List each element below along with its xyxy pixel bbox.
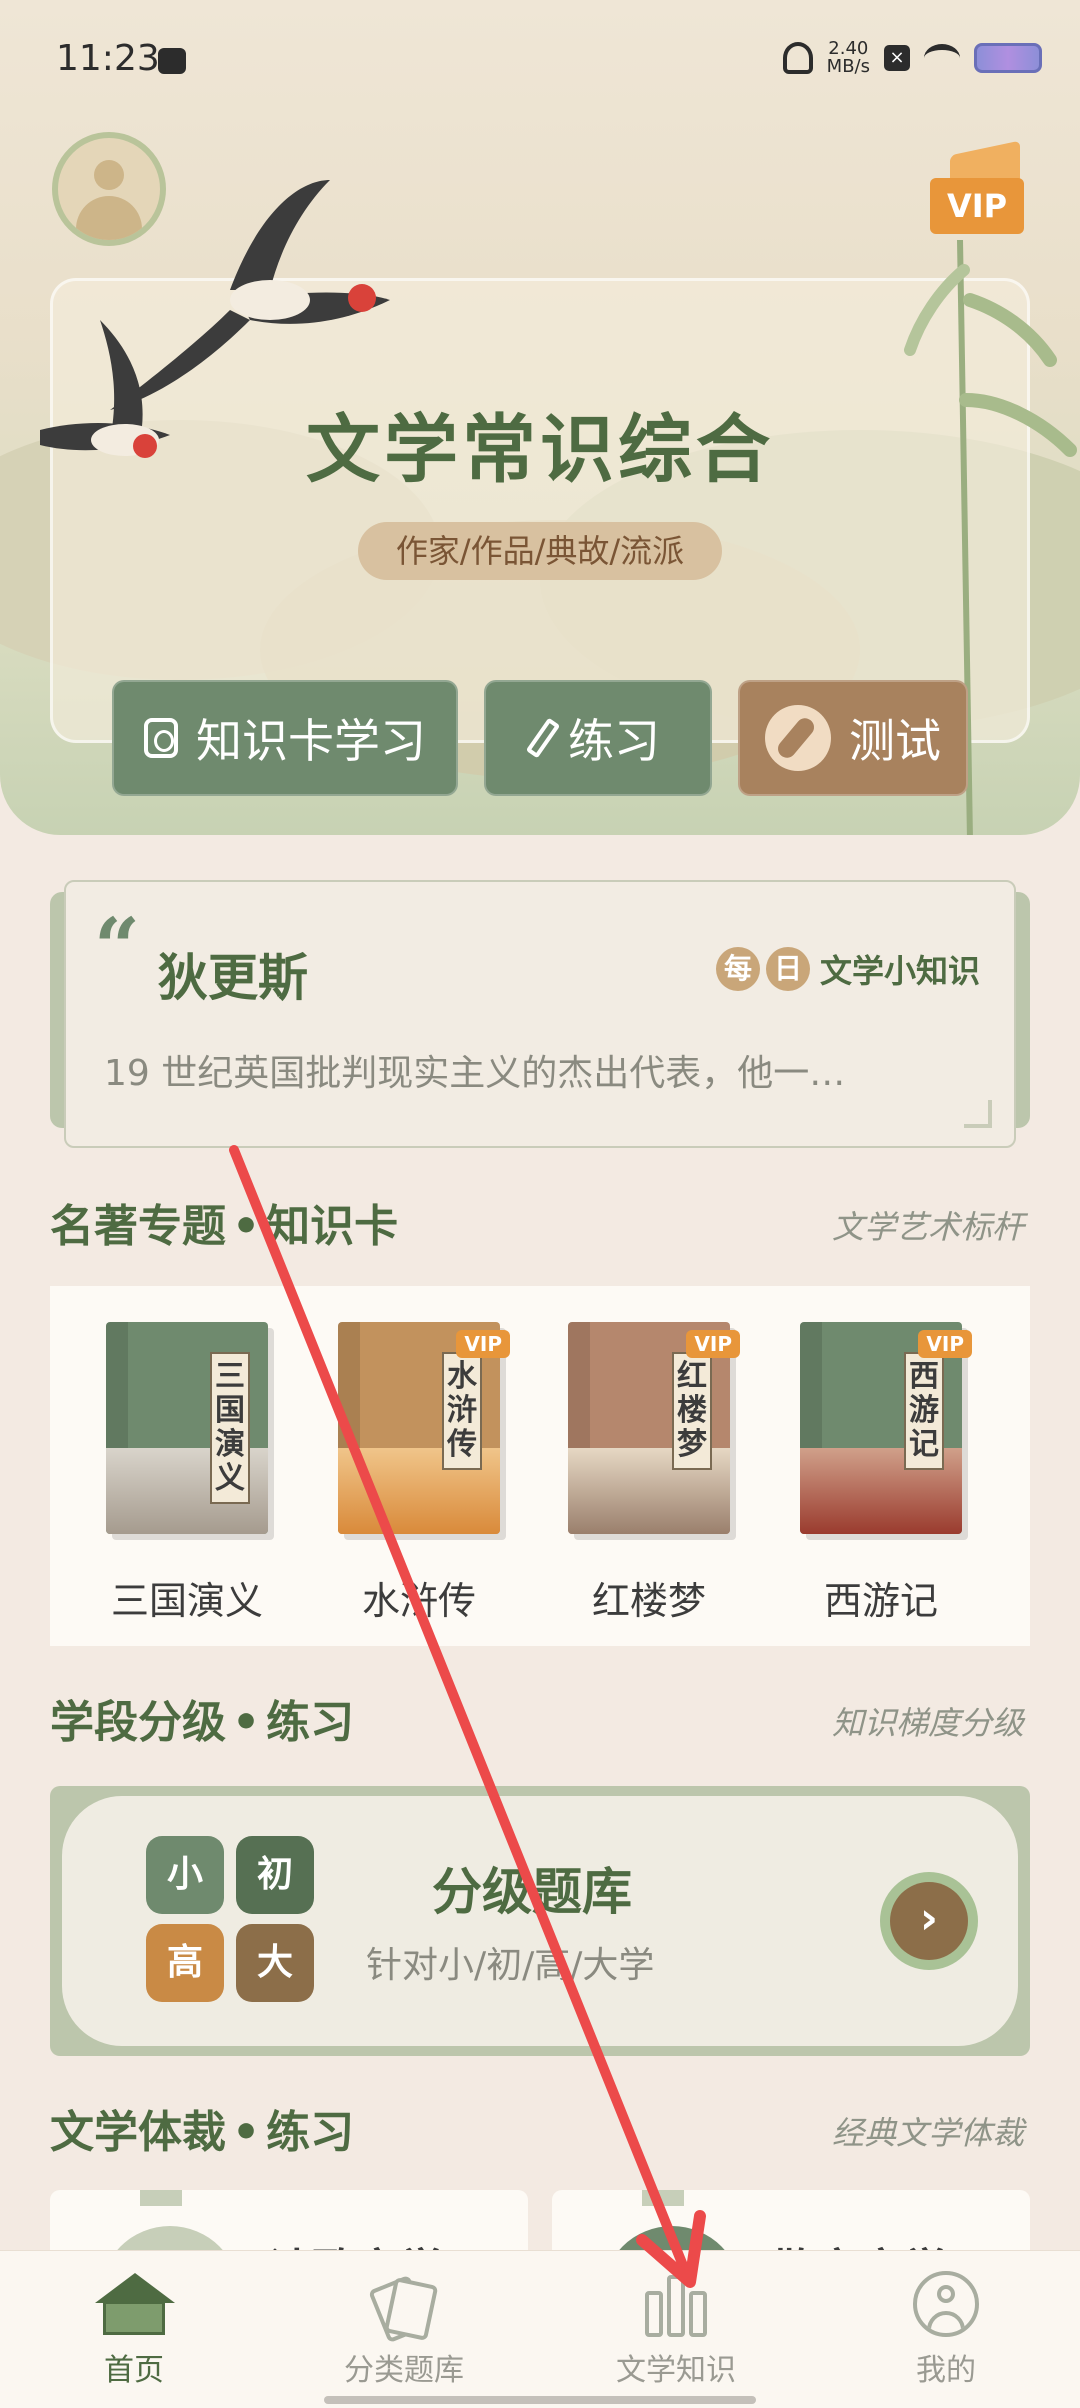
network-speed: 2.40 MB/s <box>827 40 870 76</box>
famous-works-header: 名著专题 • 知识卡 文学艺术标杆 <box>50 1190 1030 1254</box>
pencil-icon <box>525 717 561 759</box>
grade-bank-arrow-button[interactable]: › <box>880 1872 978 1970</box>
book-cover-label: 红楼梦 <box>672 1352 712 1470</box>
status-time: 11:23 <box>56 38 160 79</box>
book-bar <box>667 2275 685 2337</box>
bottom-nav: 首页 分类题库 文学知识 我的 <box>0 2250 1080 2408</box>
book-cover-label: 三国演义 <box>210 1352 250 1504</box>
mute-bell-icon <box>782 42 813 74</box>
nav-profile[interactable]: 我的 <box>846 2271 1046 2389</box>
daily-tag-text: 文学小知识 <box>819 952 980 990</box>
grade-level-senior: 高 <box>146 1924 224 2002</box>
home-indicator[interactable] <box>324 2396 756 2404</box>
section-title-main: 名著专题 <box>50 1201 226 1252</box>
section-title-suffix: 练习 <box>266 2107 355 2158</box>
section-subtitle: 文学艺术标杆 <box>831 1208 1024 1246</box>
profile-head <box>937 2285 955 2303</box>
cards-icon <box>359 2271 449 2344</box>
knowledge-card-label: 知识卡学习 <box>196 714 426 768</box>
genre-header: 文学体裁 • 练习 经典文学体裁 <box>50 2096 1030 2160</box>
section-title-suffix: 练习 <box>266 1697 355 1748</box>
home-icon <box>89 2271 179 2341</box>
grade-bank-subtitle: 针对小/初/高/大学 <box>366 1945 655 1986</box>
test-icon <box>765 705 831 771</box>
test-button[interactable]: 测试 <box>738 680 968 796</box>
nav-label: 文学知识 <box>616 2353 736 2388</box>
book-cover: 三国演义 <box>106 1322 268 1534</box>
section-subtitle: 经典文学体裁 <box>831 2114 1024 2152</box>
book-cover-label: 西游记 <box>904 1352 944 1470</box>
hero-subtitle: 作家/作品/典故/流派 <box>358 522 722 580</box>
profile-icon <box>901 2271 991 2341</box>
grade-level-university: 大 <box>236 1924 314 2002</box>
vip-badge[interactable]: VIP <box>930 140 1026 234</box>
card-icon <box>144 718 178 758</box>
book-cover-label: 水浒传 <box>442 1352 482 1470</box>
hero-banner: 11:23 2.40 MB/s × VIP 文学常识综合 作家/作品/典故/流派… <box>0 0 1080 835</box>
book-name: 水浒传 <box>361 1579 476 1623</box>
daily-knowledge-card[interactable]: “ 狄更斯 每 日 文学小知识 19 世纪英国批判现实主义的杰出代表，他一… <box>64 880 1016 1148</box>
vip-tag: VIP <box>456 1330 510 1358</box>
section-title-main: 学段分级 <box>50 1697 226 1748</box>
grade-level-junior: 初 <box>236 1836 314 1914</box>
grade-bank-title: 分级题库 <box>432 1863 632 1921</box>
vip-tag: VIP <box>918 1330 972 1358</box>
home-roof <box>95 2273 175 2303</box>
book-bar <box>645 2291 663 2337</box>
status-bar: 11:23 2.40 MB/s × <box>0 0 1080 120</box>
knowledge-card-button[interactable]: 知识卡学习 <box>112 680 458 796</box>
book-honglou[interactable]: 红楼梦 VIP 红楼梦 <box>564 1322 740 1625</box>
profile-ring <box>913 2271 979 2337</box>
book-shelf: 三国演义 三国演义 水浒传 VIP 水浒传 红楼梦 VIP 红楼梦 西游记 VI… <box>50 1286 1030 1646</box>
battery-icon <box>974 43 1042 73</box>
daily-title: 狄更斯 <box>158 949 308 1007</box>
book-xiyou[interactable]: 西游记 VIP 西游记 <box>796 1322 972 1625</box>
nav-categories[interactable]: 分类题库 <box>304 2271 504 2389</box>
section-subtitle: 知识梯度分级 <box>831 1704 1024 1742</box>
nav-label: 首页 <box>104 2353 164 2388</box>
nav-label: 分类题库 <box>344 2353 464 2388</box>
section-title-main: 文学体裁 <box>50 2107 226 2158</box>
wifi-icon <box>924 44 960 72</box>
section-title-dot: • <box>232 1697 261 1748</box>
hero-title: 文学常识综合 <box>306 407 774 493</box>
section-title-dot: • <box>232 2107 261 2158</box>
expand-corner-icon[interactable] <box>964 1100 992 1128</box>
home-base <box>103 2301 165 2335</box>
vip-tag: VIP <box>686 1330 740 1358</box>
grade-header: 学段分级 • 练习 知识梯度分级 <box>50 1686 1030 1750</box>
book-name: 三国演义 <box>110 1579 263 1623</box>
daily-tag: 每 日 文学小知识 <box>715 946 980 992</box>
book-shuihu[interactable]: 水浒传 VIP 水浒传 <box>334 1322 510 1625</box>
daily-tag-char: 每 <box>715 947 760 991</box>
network-speed-unit: MB/s <box>826 56 870 77</box>
card-tab <box>642 2190 684 2206</box>
book-bar <box>689 2291 707 2337</box>
practice-label: 练习 <box>568 714 660 768</box>
book-name: 西游记 <box>823 1579 938 1623</box>
card-tab <box>140 2190 182 2206</box>
book-sanguo[interactable]: 三国演义 三国演义 <box>102 1322 272 1625</box>
section-title-dot: • <box>232 1201 261 1252</box>
status-icons: 2.40 MB/s × <box>782 40 1042 76</box>
daily-description: 19 世纪英国批判现实主义的杰出代表，他一… <box>104 1053 846 1094</box>
nav-literature[interactable]: 文学知识 <box>576 2271 776 2389</box>
test-label: 测试 <box>849 714 941 768</box>
close-notification-icon: × <box>884 45 910 71</box>
books-icon <box>631 2271 721 2341</box>
section-title-suffix: 知识卡 <box>266 1201 399 1252</box>
book-name: 红楼梦 <box>591 1579 706 1623</box>
quote-mark-icon: “ <box>94 900 141 994</box>
practice-button[interactable]: 练习 <box>484 680 712 796</box>
vip-label: VIP <box>930 178 1024 234</box>
daily-tag-char: 日 <box>765 947 810 991</box>
profile-body <box>927 2311 965 2333</box>
chevron-right-icon: › <box>890 1882 968 1960</box>
grade-level-primary: 小 <box>146 1836 224 1914</box>
nav-label: 我的 <box>916 2353 976 2388</box>
nav-home[interactable]: 首页 <box>34 2271 234 2389</box>
message-icon <box>158 48 186 74</box>
